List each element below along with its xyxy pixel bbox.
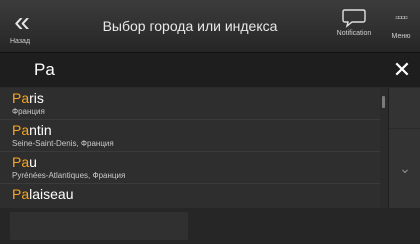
list-scrollbar[interactable]	[382, 96, 385, 108]
disabled-action-button[interactable]	[10, 212, 188, 240]
result-name: Paris	[12, 90, 44, 106]
result-name: Pantin	[12, 122, 52, 138]
list-item[interactable]: Pau Pyrénées-Atlantiques, Франция	[0, 152, 380, 184]
back-label: Назад	[9, 38, 31, 45]
list-item[interactable]: Pantin Seine-Saint-Denis, Франция	[0, 120, 380, 152]
result-subtitle: Seine-Saint-Denis, Франция	[12, 139, 114, 148]
result-name: Pau	[12, 154, 37, 170]
menu-button[interactable]: ▫▫▫▫ Меню	[382, 0, 420, 52]
grid-dots-icon: ▫▫▫▫	[395, 12, 408, 24]
page-title: Выбор города или индекса	[102, 18, 278, 34]
result-rest: ntin	[29, 122, 52, 138]
result-prefix: Pa	[12, 186, 30, 202]
scroll-down-button[interactable]: ⌄	[389, 148, 420, 188]
bottom-bar	[0, 208, 420, 244]
speech-bubble-icon	[342, 9, 366, 28]
menu-label: Меню	[391, 33, 411, 40]
scroll-up-button[interactable]	[389, 88, 420, 129]
result-rest: laiseau	[29, 186, 74, 202]
scroll-panel: ⌄	[388, 88, 420, 208]
back-button[interactable]: « Назад	[0, 0, 40, 52]
list-item[interactable]: Palaiseau	[0, 184, 380, 208]
result-prefix: Pa	[12, 154, 30, 170]
search-row: ✕	[0, 53, 420, 87]
double-chevron-left-icon: «	[14, 6, 30, 37]
results-list: Paris Франция Pantin Seine-Saint-Denis, …	[0, 88, 380, 208]
notification-label: Notification	[336, 30, 372, 37]
search-input[interactable]	[10, 55, 380, 85]
result-subtitle: Франция	[12, 107, 45, 116]
top-bar: « Назад Выбор города или индекса Notific…	[0, 0, 420, 53]
result-name: Palaiseau	[12, 186, 74, 202]
close-icon[interactable]: ✕	[390, 58, 414, 82]
result-rest: ris	[29, 90, 44, 106]
result-prefix: Pa	[12, 90, 30, 106]
list-item[interactable]: Paris Франция	[0, 88, 380, 120]
result-rest: u	[29, 154, 37, 170]
result-prefix: Pa	[12, 122, 30, 138]
chevron-down-icon: ⌄	[399, 160, 411, 176]
notification-button[interactable]: Notification	[328, 0, 380, 52]
result-subtitle: Pyrénées-Atlantiques, Франция	[12, 171, 126, 180]
